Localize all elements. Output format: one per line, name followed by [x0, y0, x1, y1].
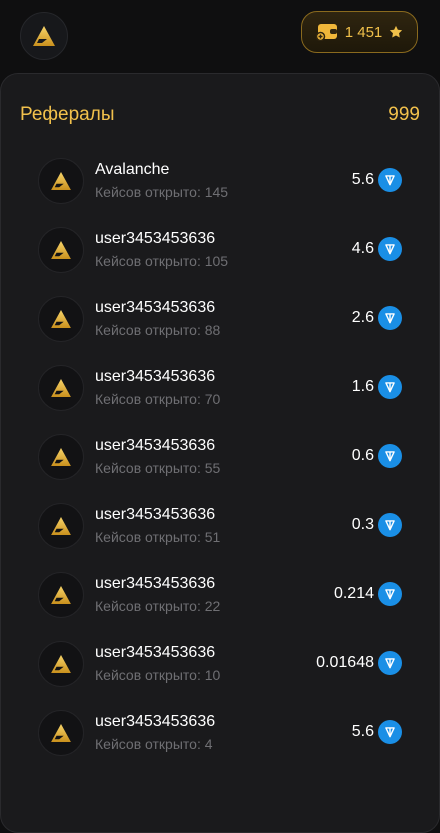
referral-row[interactable]: user3453453636 Кейсов открыто: 55 0.6	[0, 422, 440, 491]
referral-earnings: 0.214	[334, 582, 402, 606]
ton-icon	[378, 720, 402, 744]
referral-amount: 0.01648	[316, 654, 374, 671]
avalanche-logo-icon	[51, 241, 71, 259]
avatar	[38, 641, 84, 687]
ton-icon	[378, 651, 402, 675]
referral-earnings: 0.3	[352, 513, 402, 537]
referral-row[interactable]: user3453453636 Кейсов открыто: 88 2.6	[0, 284, 440, 353]
referral-row[interactable]: Avalanche Кейсов открыто: 145 5.6	[0, 146, 440, 215]
referral-row[interactable]: user3453453636 Кейсов открыто: 51 0.3	[0, 491, 440, 560]
avatar	[38, 227, 84, 273]
ton-icon	[378, 168, 402, 192]
referral-cases-opened: Кейсов открыто: 51	[95, 529, 221, 545]
referral-name: user3453453636	[95, 299, 216, 316]
referral-name: Avalanche	[95, 161, 170, 178]
avalanche-logo-icon	[51, 655, 71, 673]
referral-name: user3453453636	[95, 506, 216, 523]
avalanche-logo-icon	[51, 448, 71, 466]
referral-row[interactable]: user3453453636 Кейсов открыто: 10 0.0164…	[0, 629, 440, 698]
ton-icon	[378, 582, 402, 606]
balance-amount: 1 451	[344, 23, 383, 41]
avalanche-logo-icon	[51, 724, 71, 742]
referral-name: user3453453636	[95, 575, 216, 592]
ton-icon	[378, 375, 402, 399]
avatar	[38, 434, 84, 480]
referral-earnings: 1.6	[352, 375, 402, 399]
referral-earnings: 0.01648	[316, 651, 402, 675]
referrals-list: Avalanche Кейсов открыто: 145 5.6 user34…	[0, 146, 440, 767]
referral-earnings: 2.6	[352, 306, 402, 330]
avatar	[38, 572, 84, 618]
referral-cases-opened: Кейсов открыто: 105	[95, 253, 229, 269]
referral-amount: 2.6	[351, 309, 374, 326]
avalanche-logo-icon	[51, 517, 71, 535]
avalanche-logo-icon	[51, 586, 71, 604]
referral-earnings: 5.6	[352, 720, 402, 744]
star-icon	[390, 25, 403, 38]
referral-row[interactable]: user3453453636 Кейсов открыто: 22 0.214	[0, 560, 440, 629]
referrals-title: Рефералы	[20, 104, 115, 125]
referral-name: user3453453636	[95, 644, 216, 661]
referral-amount: 4.6	[351, 240, 374, 257]
avatar	[38, 503, 84, 549]
referral-amount: 5.6	[351, 723, 374, 740]
wallet-add-icon	[315, 24, 337, 41]
referral-row[interactable]: user3453453636 Кейсов открыто: 4 5.6	[0, 698, 440, 767]
referral-name: user3453453636	[95, 713, 216, 730]
referral-earnings: 4.6	[352, 237, 402, 261]
ton-icon	[378, 237, 402, 261]
avalanche-logo-icon	[33, 26, 55, 46]
ton-icon	[378, 306, 402, 330]
referral-name: user3453453636	[95, 230, 216, 247]
referral-amount: 0.3	[351, 516, 374, 533]
referral-row[interactable]: user3453453636 Кейсов открыто: 105 4.6	[0, 215, 440, 284]
referrals-count: 999	[388, 104, 420, 125]
avalanche-logo-icon	[51, 379, 71, 397]
referral-name: user3453453636	[95, 368, 216, 385]
referral-earnings: 0.6	[352, 444, 402, 468]
avatar	[38, 296, 84, 342]
avatar	[38, 710, 84, 756]
avalanche-logo-icon	[51, 172, 71, 190]
referral-row[interactable]: user3453453636 Кейсов открыто: 70 1.6	[0, 353, 440, 422]
referral-amount: 0.6	[351, 447, 374, 464]
ton-icon	[378, 444, 402, 468]
referral-cases-opened: Кейсов открыто: 10	[95, 667, 221, 683]
balance-button[interactable]: 1 451	[301, 11, 418, 53]
avatar	[38, 365, 84, 411]
referral-cases-opened: Кейсов открыто: 145	[95, 184, 229, 200]
referral-cases-opened: Кейсов открыто: 22	[95, 598, 221, 614]
referral-name: user3453453636	[95, 437, 216, 454]
avatar	[38, 158, 84, 204]
referral-amount: 0.214	[333, 585, 374, 602]
referral-cases-opened: Кейсов открыто: 88	[95, 322, 221, 338]
referral-cases-opened: Кейсов открыто: 70	[95, 391, 221, 407]
avalanche-logo-icon	[51, 310, 71, 328]
referral-amount: 5.6	[351, 171, 374, 188]
top-bar: 1 451	[0, 0, 440, 72]
ton-icon	[378, 513, 402, 537]
referral-earnings: 5.6	[352, 168, 402, 192]
referral-cases-opened: Кейсов открыто: 4	[95, 736, 213, 752]
app-logo[interactable]	[20, 12, 68, 60]
referral-cases-opened: Кейсов открыто: 55	[95, 460, 221, 476]
referral-amount: 1.6	[351, 378, 374, 395]
